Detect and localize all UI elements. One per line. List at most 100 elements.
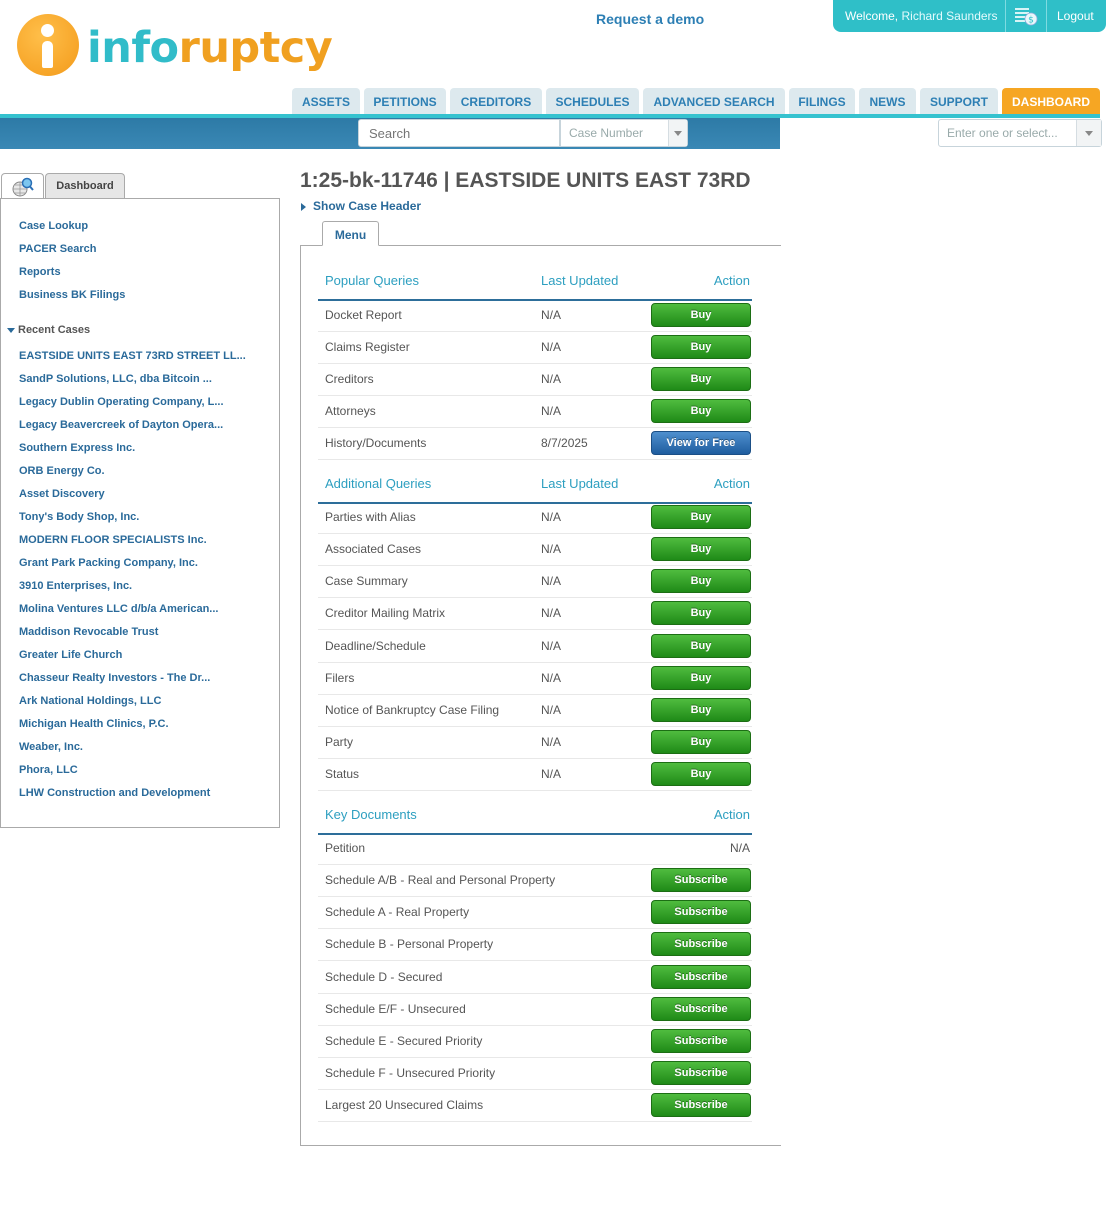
recent-case-link[interactable]: MODERN FLOOR SPECIALISTS Inc. [19,534,207,546]
table-row: Notice of Bankruptcy Case Filing N/A Buy [318,694,752,727]
buy-button[interactable]: Buy [651,762,751,786]
buy-button[interactable]: Buy [651,537,751,561]
user-box: Welcome, Richard Saunders $ Logout [833,0,1106,32]
recent-case-link[interactable]: Grant Park Packing Company, Inc. [19,557,198,569]
recent-case-link[interactable]: SandP Solutions, LLC, dba Bitcoin ... [19,373,212,385]
recent-case-link[interactable]: Maddison Revocable Trust [19,626,158,638]
buy-button[interactable]: Buy [651,569,751,593]
buy-button[interactable]: Buy [651,367,751,391]
buy-button[interactable]: Buy [651,634,751,658]
table-row: Schedule E - Secured Priority Subscribe [318,1025,752,1058]
query-name: Creditor Mailing Matrix [325,606,446,620]
globe-search-icon [12,177,34,197]
recent-cases-header[interactable]: Recent Cases [7,324,90,336]
table-row: Schedule D - Secured Subscribe [318,961,752,994]
recent-case-link[interactable]: 3910 Enterprises, Inc. [19,580,132,592]
view-for-free-button[interactable]: View for Free [651,431,751,455]
subscribe-button[interactable]: Subscribe [651,932,751,956]
recent-case-link[interactable]: Michigan Health Clinics, P.C. [19,718,169,730]
billing-icon[interactable]: $ [1014,6,1038,26]
chevron-down-icon [668,120,687,146]
sidebar-tab-dashboard[interactable]: Dashboard [45,173,125,198]
tab-news[interactable]: NEWS [859,88,916,114]
column-header: Action [713,807,750,822]
sidebar-tab-search[interactable] [1,173,44,199]
last-updated: N/A [541,735,562,749]
last-updated: 8/7/2025 [541,436,588,450]
recent-case-link[interactable]: Legacy Dublin Operating Company, L... [19,396,224,408]
recent-case-link[interactable]: Weaber, Inc. [19,741,83,753]
inforuptcy-logo[interactable]: inforuptcy [17,14,333,78]
column-header: Key Documents [325,807,417,822]
recent-case-link[interactable]: Greater Life Church [19,649,122,661]
table-row: Docket Report N/A Buy [318,299,752,332]
sidebar-item-business-bk-filings[interactable]: Business BK Filings [19,289,125,301]
tab-creditors[interactable]: CREDITORS [450,88,542,114]
sidebar-item-case-lookup[interactable]: Case Lookup [19,220,88,232]
buy-button[interactable]: Buy [651,303,751,327]
document-name: Schedule A/B - Real and Personal Propert… [325,873,556,887]
logout-link[interactable]: Logout [1057,9,1094,23]
subscribe-button[interactable]: Subscribe [651,1093,751,1117]
last-updated: N/A [541,574,562,588]
quick-select[interactable]: Enter one or select... [938,119,1102,147]
table-row: Schedule A - Real Property Subscribe [318,896,752,929]
tab-menu[interactable]: Menu [322,221,379,246]
recent-case-link[interactable]: Legacy Beavercreek of Dayton Opera... [19,419,223,431]
query-name: Parties with Alias [325,510,416,524]
caret-down-icon [7,327,15,333]
search-input[interactable] [358,119,560,147]
sidebar-item-reports[interactable]: Reports [19,266,61,278]
sidebar-item-pacer-search[interactable]: PACER Search [19,243,96,255]
buy-button[interactable]: Buy [651,505,751,529]
recent-case-link[interactable]: Molina Ventures LLC d/b/a American... [19,603,218,615]
query-name: Docket Report [325,308,402,322]
column-header: Popular Queries [325,273,419,288]
subscribe-button[interactable]: Subscribe [651,1061,751,1085]
recent-case-link[interactable]: EASTSIDE UNITS EAST 73RD STREET LL... [19,350,246,362]
recent-case-link[interactable]: Chasseur Realty Investors - The Dr... [19,672,210,684]
chevron-down-icon [1076,120,1101,146]
recent-case-link[interactable]: Asset Discovery [19,488,105,500]
subscribe-button[interactable]: Subscribe [651,900,751,924]
buy-button[interactable]: Buy [651,601,751,625]
table-row: Schedule A/B - Real and Personal Propert… [318,864,752,897]
buy-button[interactable]: Buy [651,335,751,359]
tab-petitions[interactable]: PETITIONS [364,88,446,114]
logo-part-info: info [87,23,179,73]
tab-dashboard[interactable]: DASHBOARD [1002,88,1100,114]
recent-case-link[interactable]: Southern Express Inc. [19,442,135,454]
tab-schedules[interactable]: SCHEDULES [546,88,639,114]
document-name: Schedule B - Personal Property [325,937,494,951]
subscribe-button[interactable]: Subscribe [651,965,751,989]
recent-case-link[interactable]: Phora, LLC [19,764,78,776]
tab-assets[interactable]: ASSETS [292,88,360,114]
last-updated: N/A [541,767,562,781]
recent-case-link[interactable]: Ark National Holdings, LLC [19,695,161,707]
column-header: Action [713,476,750,491]
recent-case-link[interactable]: ORB Energy Co. [19,465,105,477]
subscribe-button[interactable]: Subscribe [651,868,751,892]
table-row: Petition N/A [318,832,752,865]
subscribe-button[interactable]: Subscribe [651,1029,751,1053]
tab-support[interactable]: SUPPORT [920,88,998,114]
search-type-select[interactable]: Case Number [560,119,688,147]
tab-advanced-search[interactable]: ADVANCED SEARCH [643,88,785,114]
tab-filings[interactable]: FILINGS [789,88,855,114]
table-row: Largest 20 Unsecured Claims Subscribe [318,1089,752,1122]
show-case-header-label: Show Case Header [313,199,422,213]
buy-button[interactable]: Buy [651,730,751,754]
svg-text:$: $ [1028,16,1034,26]
request-demo-link[interactable]: Request a demo [596,11,704,27]
show-case-header-toggle[interactable]: Show Case Header [301,199,421,213]
user-name-link[interactable]: Richard Saunders [901,9,997,23]
buy-button[interactable]: Buy [651,666,751,690]
last-updated: N/A [541,510,562,524]
recent-case-link[interactable]: LHW Construction and Development [19,787,210,799]
subscribe-button[interactable]: Subscribe [651,997,751,1021]
recent-case-link[interactable]: Tony's Body Shop, Inc. [19,511,139,523]
last-updated: N/A [541,308,562,322]
buy-button[interactable]: Buy [651,399,751,423]
query-name: Party [325,735,354,749]
buy-button[interactable]: Buy [651,698,751,722]
